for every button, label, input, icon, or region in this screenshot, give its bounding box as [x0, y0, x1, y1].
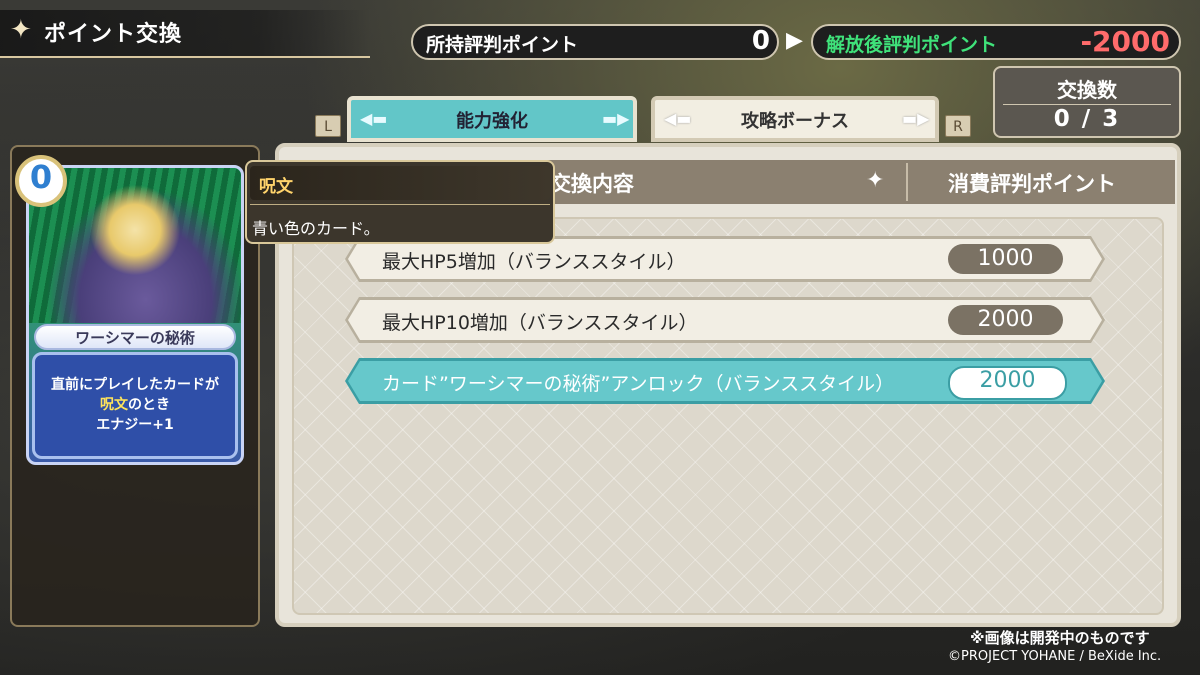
- exchange-row-label: カード”ワーシマーの秘術”アンロック（バランススタイル）: [382, 373, 895, 395]
- sparkle-icon: ✦: [10, 15, 32, 45]
- exchange-count-divider: [1003, 104, 1171, 105]
- exchange-row-cost: 1000: [948, 244, 1063, 274]
- page-title: ポイント交換: [44, 22, 183, 47]
- exchange-row-label: 最大HP10増加（バランススタイル）: [382, 312, 698, 334]
- tab-arrow-right-icon: ▬▶: [602, 109, 630, 128]
- key-hint-l: L: [315, 115, 341, 137]
- arrow-right-icon: ▶: [786, 28, 803, 53]
- after-points-value: -2000: [1080, 25, 1170, 58]
- exchange-row-cost: 2000: [948, 305, 1063, 335]
- exchange-count-label: 交換数: [1057, 78, 1117, 102]
- card-name: ワーシマーの秘術: [75, 329, 195, 347]
- card-description-line: エナジー+1: [96, 417, 174, 433]
- tab-arrow-left-icon: ◀▬: [664, 109, 692, 128]
- tab-arrow-right-icon: ▬▶: [902, 109, 930, 128]
- tooltip-title: 呪文: [259, 177, 293, 197]
- key-hint-r: R: [945, 115, 971, 137]
- copyright: ©PROJECT YOHANE / BeXide Inc.: [948, 649, 1162, 664]
- sparkle-icon: ✦: [866, 168, 885, 193]
- exchange-row[interactable]: 最大HP10増加（バランススタイル） 2000: [345, 297, 1105, 343]
- development-note: ※画像は開発中のものです: [970, 629, 1150, 647]
- tab-arrow-left-icon: ◀▬: [360, 109, 388, 128]
- tab-ability-enhance-label: 能力強化: [456, 111, 528, 132]
- tooltip-divider: [250, 204, 550, 205]
- exchange-count-value: 0 / 3: [1053, 106, 1121, 132]
- card-description-line: 呪文のとき: [32, 394, 238, 414]
- tab-capture-bonus-label: 攻略ボーナス: [741, 111, 849, 132]
- exchange-row-selected[interactable]: カード”ワーシマーの秘術”アンロック（バランススタイル） 2000: [345, 358, 1105, 404]
- tooltip-title-bar: [250, 166, 550, 200]
- exchange-row-label: 最大HP5増加（バランススタイル）: [382, 251, 686, 273]
- column-header-exchange: 交換内容: [550, 172, 634, 196]
- card-description-text: のとき: [128, 397, 170, 413]
- card-cost: 0: [29, 158, 53, 196]
- column-header-cost: 消費評判ポイント: [948, 172, 1116, 196]
- tooltip-body: 青い色のカード。: [252, 219, 380, 238]
- card-keyword: 呪文: [100, 397, 128, 413]
- exchange-row-cost: 2000: [948, 366, 1067, 400]
- column-separator: [906, 163, 908, 201]
- owned-points-label: 所持評判ポイント: [426, 34, 579, 56]
- owned-points-value: 0: [751, 26, 770, 56]
- card-description-line: 直前にプレイしたカードが: [51, 377, 219, 393]
- after-points-label: 解放後評判ポイント: [826, 34, 998, 56]
